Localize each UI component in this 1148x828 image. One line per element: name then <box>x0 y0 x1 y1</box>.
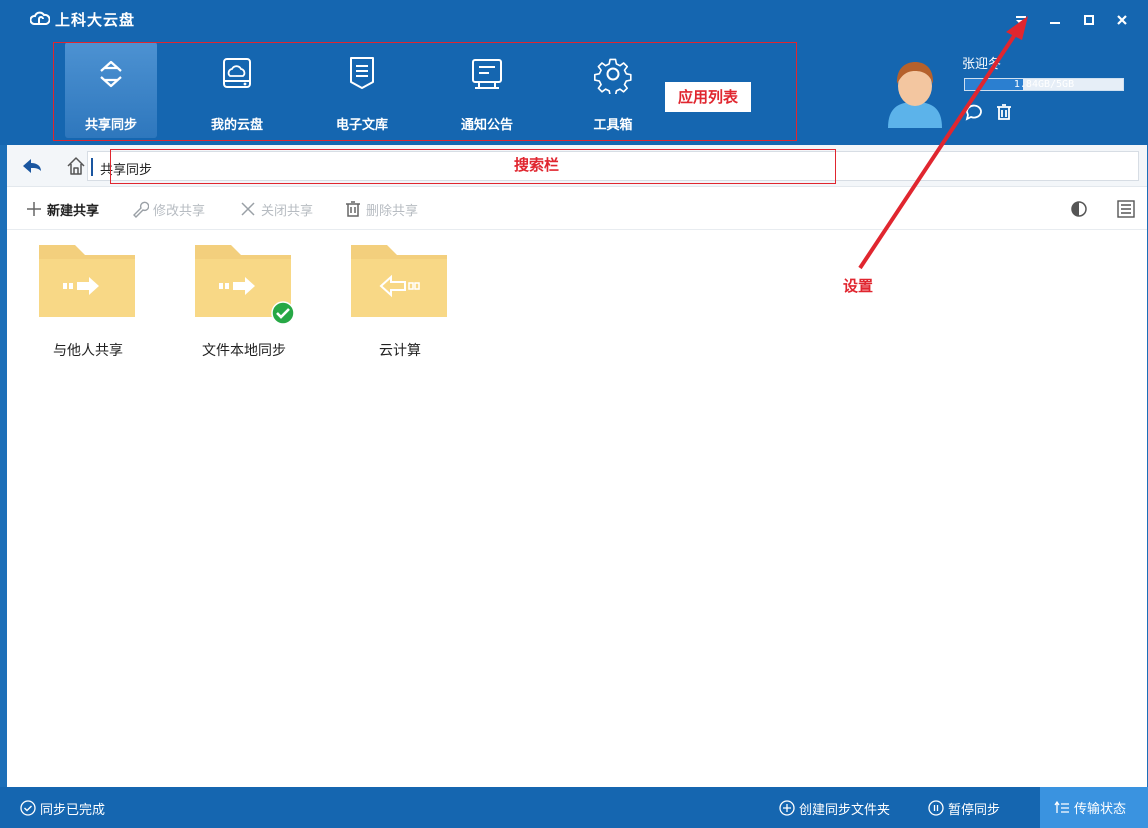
pause-sync-label: 暂停同步 <box>948 802 1001 818</box>
close-button[interactable] <box>1110 8 1134 32</box>
menu-icon <box>1016 16 1026 25</box>
cloud-logo-icon <box>30 11 50 25</box>
maximize-icon <box>1084 15 1094 25</box>
wrench-icon <box>133 201 149 218</box>
create-sync-folder-label: 创建同步文件夹 <box>799 802 891 818</box>
toolbar: 新建共享 修改共享 关闭共享 删除共享 <box>7 188 1147 230</box>
close-icon <box>1117 15 1127 25</box>
search-bar-annotation-box <box>110 149 836 184</box>
user-name: 张迎冬 <box>962 57 1002 72</box>
pause-circle-icon <box>928 800 944 816</box>
sync-status: 同步已完成 <box>20 799 106 818</box>
close-share-icon <box>241 202 255 216</box>
sync-complete-check-icon <box>271 301 295 325</box>
delete-icon <box>346 201 360 217</box>
avatar[interactable] <box>884 56 946 128</box>
text-cursor <box>91 158 93 176</box>
add-circle-icon <box>779 800 795 816</box>
storage-quota-bar: 1.84GB/5GB <box>964 78 1124 91</box>
home-icon[interactable] <box>65 155 87 177</box>
app-title: 上科大云盘 <box>55 11 136 29</box>
settings-menu-button[interactable] <box>1009 8 1033 32</box>
modify-share-button[interactable]: 修改共享 <box>131 198 205 220</box>
close-share-button[interactable]: 关闭共享 <box>239 198 313 220</box>
status-bar: 同步已完成 创建同步文件夹 暂停同步 传输状态 <box>0 787 1148 828</box>
transfer-list-icon <box>1054 800 1069 813</box>
search-bar-annotation-label: 搜索栏 <box>514 156 560 174</box>
minimize-button[interactable] <box>1043 8 1067 32</box>
user-panel: 张迎冬 1.84GB/5GB <box>884 52 1144 132</box>
title-bar: 上科大云盘 <box>0 0 1148 38</box>
trash-icon[interactable] <box>994 102 1014 122</box>
share-out-folder-icon <box>39 245 135 317</box>
new-share-button[interactable]: 新建共享 <box>25 198 99 220</box>
folder-item[interactable]: 文件本地同步 <box>169 241 299 361</box>
chat-icon[interactable] <box>964 102 984 122</box>
modify-share-label: 修改共享 <box>153 203 206 219</box>
minimize-icon <box>1050 22 1060 24</box>
folder-item[interactable]: 与他人共享 <box>13 241 143 361</box>
list-view-icon[interactable] <box>1116 199 1136 219</box>
delete-share-button[interactable]: 删除共享 <box>344 198 418 220</box>
sync-status-text: 同步已完成 <box>40 802 106 818</box>
theme-toggle-icon[interactable] <box>1070 200 1088 218</box>
settings-annotation-label: 设置 <box>843 277 874 295</box>
maximize-button[interactable] <box>1077 8 1101 32</box>
share-in-folder-icon <box>351 245 447 317</box>
create-sync-folder-button[interactable]: 创建同步文件夹 <box>779 799 891 818</box>
pause-sync-button[interactable]: 暂停同步 <box>928 799 1001 818</box>
folder-item[interactable]: 云计算 <box>325 241 455 361</box>
delete-share-label: 删除共享 <box>366 203 419 219</box>
folder-name: 云计算 <box>379 343 421 359</box>
transfer-status-label: 传输状态 <box>1074 802 1127 817</box>
back-arrow-icon[interactable] <box>21 157 43 175</box>
transfer-status-button[interactable]: 传输状态 <box>1040 787 1148 828</box>
plus-icon <box>27 202 41 216</box>
file-area: 与他人共享 文件本地同步 云计算 <box>7 231 1147 787</box>
app-list-annotation-label: 应用列表 <box>665 82 751 112</box>
check-circle-icon <box>20 800 36 816</box>
new-share-label: 新建共享 <box>47 203 100 219</box>
folder-name: 与他人共享 <box>53 343 123 359</box>
folder-name: 文件本地同步 <box>202 343 286 359</box>
close-share-label: 关闭共享 <box>261 203 314 219</box>
storage-quota-text: 1.84GB/5GB <box>1013 79 1075 90</box>
